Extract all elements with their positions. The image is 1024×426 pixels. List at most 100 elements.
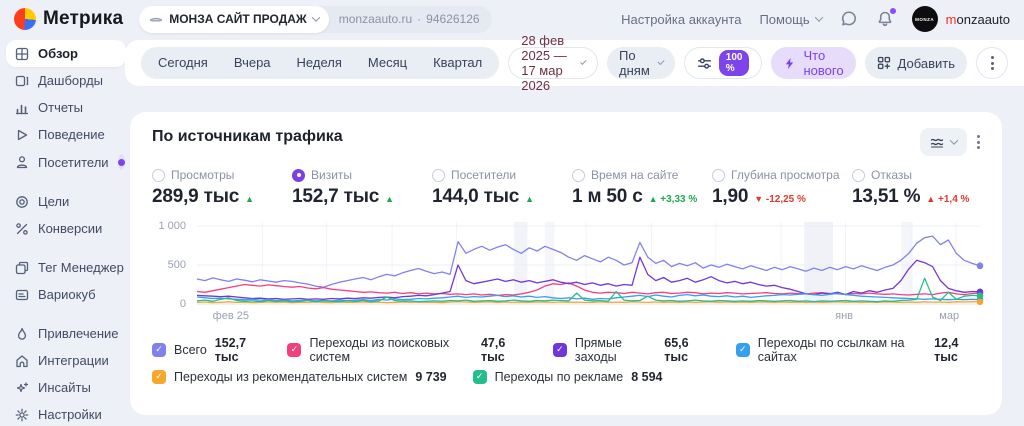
add-button[interactable]: Добавить [865, 47, 967, 79]
sidebar-item-reports[interactable]: Отчеты [6, 94, 126, 121]
user-name: monzaauto [946, 12, 1010, 27]
metric-label: Глубина просмотра [731, 168, 840, 182]
card-kebab-button[interactable] [977, 134, 980, 151]
legend-row: ✓ Переходы из рекомендательных систем 9 … [152, 363, 980, 390]
sidebar-item-goals[interactable]: Цели [6, 188, 126, 215]
whats-new-button[interactable]: Что нового [771, 47, 855, 79]
legend-item-recommendations[interactable]: ✓ Переходы из рекомендательных систем 9 … [152, 370, 447, 384]
chevron-down-icon [312, 13, 320, 21]
legend-label: Переходы по ссылкам на сайтах [758, 336, 926, 364]
person-icon [14, 155, 29, 170]
sidebar-item-tag-manager[interactable]: Тег Менеджерβ [6, 254, 126, 281]
chat-icon[interactable] [840, 10, 858, 28]
user-menu[interactable]: MONZA monzaauto [912, 6, 1010, 32]
sidebar-item-label: Вариокуб [38, 287, 96, 302]
legend-item-links[interactable]: ✓ Переходы по ссылкам на сайтах 12,4 тыс [736, 336, 980, 364]
metric-time-on-site[interactable]: Время на сайте 1 м 50 с▲ +3,33 % [572, 168, 712, 208]
integrations-icon [14, 353, 29, 368]
x-tick: мар [939, 310, 959, 322]
legend-item-ads[interactable]: ✓ Переходы по рекламе 8 594 [473, 370, 663, 384]
notifications-bell-icon[interactable] [876, 10, 894, 28]
sidebar-item-overview[interactable]: Обзор [6, 40, 126, 67]
y-tick: 0 [180, 298, 186, 310]
counter-domain[interactable]: monzaauto.ru [339, 12, 412, 26]
sidebar-item-settings[interactable]: Настройки [6, 401, 126, 426]
metric-users[interactable]: Посетители 144,0 тыс▲ [432, 168, 572, 208]
counter-separator: · [417, 12, 421, 26]
radio-icon[interactable] [712, 169, 725, 182]
legend-label: Прямые заходы [575, 336, 656, 364]
metric-bounce-rate[interactable]: Отказы 13,51 %▲ +1,4 % [852, 168, 969, 208]
metric-value: 152,7 тыс [292, 186, 379, 208]
trend-chart[interactable]: 1 000 500 0 [152, 222, 980, 326]
legend-item-direct[interactable]: ✓ Прямые заходы 65,6 тыс [553, 336, 710, 364]
lightning-icon [783, 57, 796, 70]
radio-icon[interactable] [432, 169, 445, 182]
chevron-down-icon [581, 59, 587, 65]
sidebar-item-attraction[interactable]: Привлечение [6, 320, 126, 347]
legend-value: 65,6 тыс [664, 336, 709, 364]
radio-icon[interactable] [152, 169, 165, 182]
account-settings-link[interactable]: Настройка аккаунта [621, 12, 741, 27]
sidebar-item-behavior[interactable]: Поведение [6, 121, 126, 148]
line-chart-icon [930, 135, 944, 149]
header-right: Настройка аккаунта Помощь MONZA monzaaut… [621, 6, 1010, 32]
range-week[interactable]: Неделя [284, 47, 355, 79]
radio-icon[interactable] [852, 169, 865, 182]
toolbar-kebab-button[interactable] [976, 47, 1008, 79]
legend-item-search[interactable]: ✓ Переходы из поисковых систем 47,6 тыс [287, 336, 526, 364]
trend-arrow: ▲ [385, 194, 394, 204]
metric-value: 13,51 % [852, 186, 920, 208]
metric-value: 289,9 тыс [152, 186, 239, 208]
metric-value: 1,90 [712, 186, 748, 208]
counter-name: МОНЗА САЙТ ПРОДАЖ [169, 12, 307, 26]
checkbox-icon[interactable]: ✓ [152, 370, 166, 384]
metrics-row: Просмотры 289,9 тыс▲ Визиты 152,7 тыс ▲ П… [152, 168, 980, 208]
granularity-select[interactable]: По дням [607, 47, 675, 79]
counter-pill: МОНЗА САЙТ ПРОДАЖ monzaauto.ru · 9462612… [139, 6, 491, 33]
checkbox-icon[interactable]: ✓ [152, 343, 166, 357]
sidebar-item-label: Тег Менеджер [38, 260, 124, 275]
sampling-control[interactable]: 100 % [684, 47, 763, 79]
checkbox-icon[interactable]: ✓ [553, 343, 567, 357]
toolbar-panel: Сегодня Вчера Неделя Месяц Квартал 28 фе… [125, 40, 1024, 86]
plot-area[interactable] [197, 222, 980, 306]
range-yesterday[interactable]: Вчера [221, 47, 284, 79]
tag-manager-icon [14, 260, 29, 275]
metric-pageviews[interactable]: Просмотры 289,9 тыс▲ [152, 168, 292, 208]
radio-selected-icon[interactable] [292, 169, 305, 182]
date-range-picker[interactable]: 28 фев 2025 — 17 мар 2026 [508, 47, 598, 79]
metrica-logo[interactable]: Метрика [14, 8, 123, 30]
checkbox-icon[interactable]: ✓ [473, 370, 487, 384]
sidebar-item-visitors[interactable]: Посетители [6, 148, 126, 176]
x-axis-labels: фев 25 янв мар [197, 310, 980, 326]
sidebar-item-integrations[interactable]: Интеграции [6, 347, 126, 374]
sidebar-item-label: Дашборды [38, 73, 103, 88]
checkbox-icon[interactable]: ✓ [287, 343, 301, 357]
granularity-value: По дням [619, 48, 652, 78]
flame-icon [14, 326, 29, 341]
legend-item-total[interactable]: ✓ Всего 152,7 тыс [152, 336, 261, 364]
grid-icon [14, 46, 29, 61]
counter-selector[interactable]: МОНЗА САЙТ ПРОДАЖ [139, 6, 329, 33]
sliders-icon [697, 56, 712, 71]
metric-label: Просмотры [171, 168, 234, 182]
metric-depth[interactable]: Глубина просмотра 1,90▼ -12,25 % [712, 168, 852, 208]
sidebar-item-variocube[interactable]: Вариокуб [6, 281, 126, 308]
metric-visits[interactable]: Визиты 152,7 тыс ▲ [292, 168, 432, 208]
sidebar-item-dashboards[interactable]: Дашборды [6, 67, 126, 94]
range-quarter[interactable]: Квартал [420, 47, 495, 79]
radio-icon[interactable] [572, 169, 585, 182]
sidebar-item-label: Цели [38, 194, 69, 209]
top-header: Метрика МОНЗА САЙТ ПРОДАЖ monzaauto.ru ·… [0, 0, 1024, 38]
help-menu[interactable]: Помощь [759, 12, 821, 27]
metric-label: Визиты [311, 168, 352, 182]
y-tick: 1 000 [158, 220, 186, 232]
sidebar-item-label: Посетители [38, 155, 109, 170]
range-today[interactable]: Сегодня [145, 47, 221, 79]
sidebar-item-conversions[interactable]: Конверсии [6, 215, 126, 242]
range-month[interactable]: Месяц [355, 47, 420, 79]
checkbox-icon[interactable]: ✓ [736, 343, 750, 357]
chart-type-selector[interactable] [920, 128, 967, 156]
sidebar-item-insights[interactable]: Инсайты [6, 374, 126, 401]
